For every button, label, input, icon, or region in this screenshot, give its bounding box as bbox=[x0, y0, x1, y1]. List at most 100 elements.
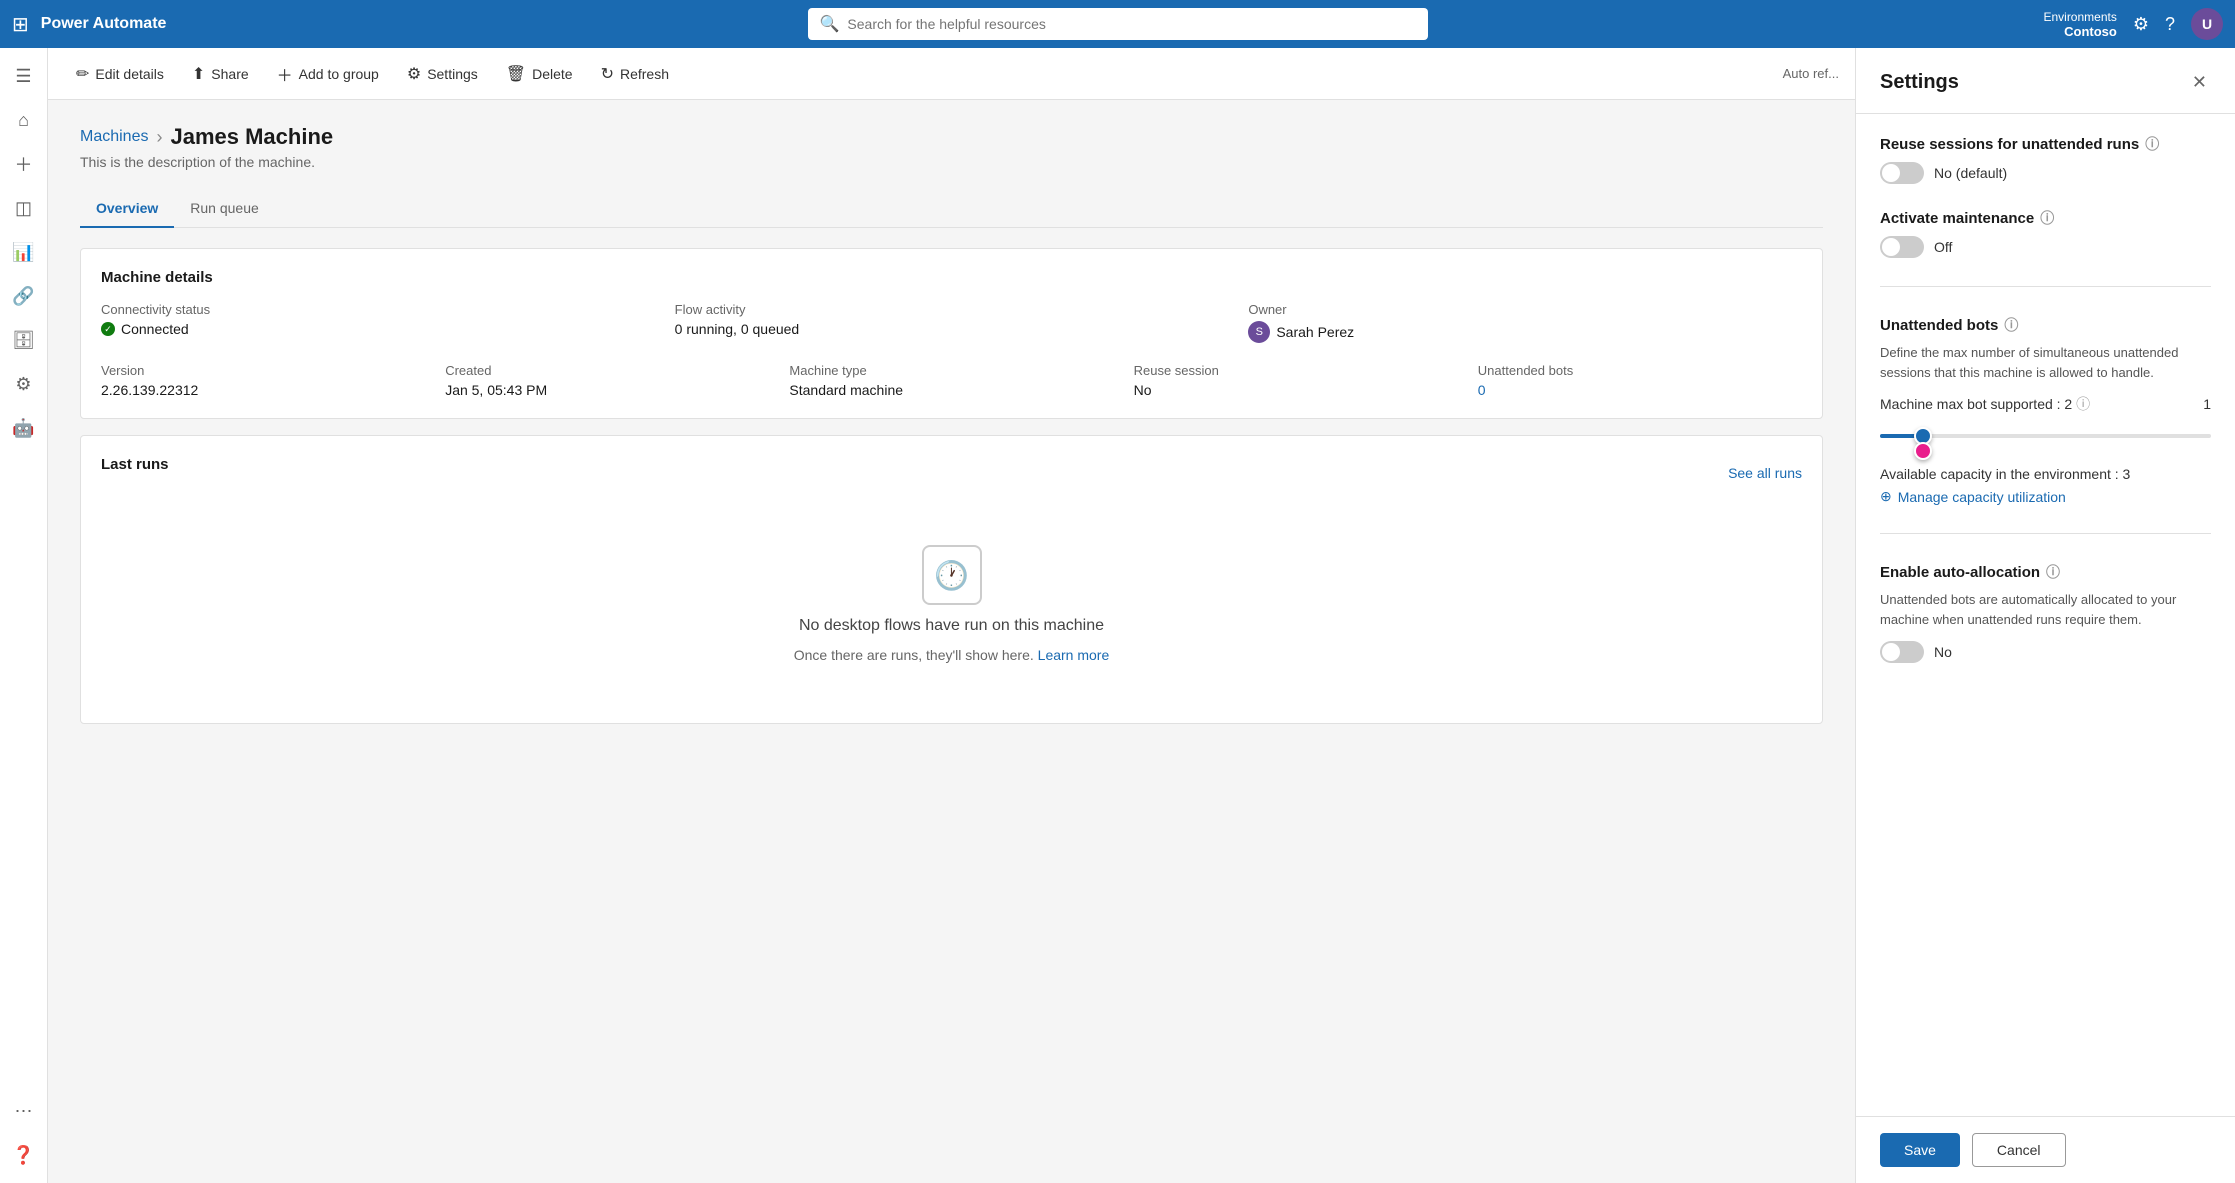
panel-body: Reuse sessions for unattended runs ⓘ No … bbox=[1856, 114, 2235, 1116]
created-label: Created bbox=[445, 363, 769, 378]
connectivity-label: Connectivity status bbox=[101, 302, 655, 317]
unattended-bots-info-icon[interactable]: ⓘ bbox=[2004, 315, 2018, 335]
auto-allocation-section: Enable auto-allocation ⓘ Unattended bots… bbox=[1880, 562, 2211, 663]
slider-container bbox=[1880, 422, 2211, 458]
delete-button[interactable]: 🗑 Delete bbox=[494, 58, 585, 90]
page-description: This is the description of the machine. bbox=[80, 154, 1823, 170]
tab-run-queue[interactable]: Run queue bbox=[174, 190, 275, 228]
tabs: Overview Run queue bbox=[80, 190, 1823, 228]
panel-title: Settings bbox=[1880, 71, 1959, 94]
cancel-button[interactable]: Cancel bbox=[1972, 1133, 2066, 1167]
auto-alloc-toggle[interactable] bbox=[1880, 641, 1924, 663]
reuse-value: No bbox=[1134, 382, 1458, 398]
app-name: Power Automate bbox=[41, 15, 167, 33]
search-bar[interactable]: 🔍 bbox=[808, 8, 1428, 40]
machine-max-info-icon[interactable]: ⓘ bbox=[2076, 396, 2090, 412]
empty-runs-icon: 🕐 bbox=[922, 545, 982, 605]
reuse-sessions-toggle[interactable] bbox=[1880, 162, 1924, 184]
empty-title: No desktop flows have run on this machin… bbox=[799, 617, 1104, 635]
sidebar-item-create[interactable]: ＋ bbox=[4, 144, 44, 184]
breadcrumb-current: James Machine bbox=[170, 124, 333, 150]
sidebar-item-monitor[interactable]: 📊 bbox=[4, 232, 44, 272]
machine-details-card: Machine details Connectivity status Conn… bbox=[80, 248, 1823, 419]
sidebar-item-menu[interactable]: ☰ bbox=[4, 56, 44, 96]
maintenance-value: Off bbox=[1934, 239, 1952, 255]
slider-header: Machine max bot supported : 2 ⓘ 1 bbox=[1880, 394, 2211, 414]
maintenance-toggle[interactable] bbox=[1880, 236, 1924, 258]
search-icon: 🔍 bbox=[820, 14, 840, 34]
main-layout: ☰ ⌂ ＋ ◫ 📊 🔗 🗄 ⚙ 🤖 ⋯ ❓ ✏ Edit details ⬆ S… bbox=[0, 48, 2235, 1183]
toolbar: ✏ Edit details ⬆ Share ＋ Add to group ⚙ … bbox=[48, 48, 1855, 100]
settings-icon: ⚙ bbox=[407, 64, 421, 84]
owner-avatar: S bbox=[1248, 321, 1270, 343]
reuse-sessions-title: Reuse sessions for unattended runs ⓘ bbox=[1880, 134, 2211, 154]
unattended-label: Unattended bots bbox=[1478, 363, 1802, 378]
machine-details-title: Machine details bbox=[101, 269, 1802, 286]
sidebar-item-process[interactable]: ⚙ bbox=[4, 364, 44, 404]
maintenance-toggle-thumb bbox=[1882, 238, 1900, 256]
owner-detail: Owner S Sarah Perez bbox=[1248, 302, 1802, 343]
slider-thumb-pink bbox=[1914, 442, 1932, 460]
tab-overview[interactable]: Overview bbox=[80, 190, 174, 228]
sidebar-item-templates[interactable]: ◫ bbox=[4, 188, 44, 228]
share-icon: ⬆ bbox=[192, 64, 205, 84]
maintenance-toggle-row: Off bbox=[1880, 236, 2211, 258]
add-to-group-button[interactable]: ＋ Add to group bbox=[265, 56, 391, 92]
created-detail: Created Jan 5, 05:43 PM bbox=[445, 363, 769, 398]
unattended-bots-section: Unattended bots ⓘ Define the max number … bbox=[1880, 315, 2211, 505]
auto-alloc-info-icon[interactable]: ⓘ bbox=[2046, 562, 2060, 582]
empty-state: 🕐 No desktop flows have run on this mach… bbox=[101, 505, 1802, 703]
topbar-right: Environments Contoso ⚙ ? U bbox=[2043, 8, 2223, 40]
sidebar-item-ai[interactable]: 🤖 bbox=[4, 408, 44, 448]
auto-alloc-toggle-thumb bbox=[1882, 643, 1900, 661]
unattended-bots-title: Unattended bots ⓘ bbox=[1880, 315, 2211, 335]
manage-capacity-icon: ⊕ bbox=[1880, 488, 1892, 505]
panel-footer: Save Cancel bbox=[1856, 1116, 2235, 1183]
maintenance-info-icon[interactable]: ⓘ bbox=[2040, 208, 2054, 228]
flow-label: Flow activity bbox=[675, 302, 1229, 317]
manage-capacity-link[interactable]: ⊕ Manage capacity utilization bbox=[1880, 488, 2211, 505]
reuse-sessions-value: No (default) bbox=[1934, 165, 2007, 181]
auto-alloc-value: No bbox=[1934, 644, 1952, 660]
grid-icon[interactable]: ⊞ bbox=[12, 12, 29, 37]
auto-refresh-label: Auto ref... bbox=[1783, 66, 1839, 81]
connectivity-value: Connected bbox=[101, 321, 655, 337]
machine-type-value: Standard machine bbox=[789, 382, 1113, 398]
panel-close-button[interactable]: ✕ bbox=[2188, 68, 2211, 97]
maintenance-section: Activate maintenance ⓘ Off bbox=[1880, 208, 2211, 258]
panel-header: Settings ✕ bbox=[1856, 48, 2235, 114]
machine-max-label: Machine max bot supported : 2 ⓘ bbox=[1880, 394, 2090, 414]
see-all-runs-link[interactable]: See all runs bbox=[1728, 465, 1802, 481]
sidebar-item-flows[interactable]: 🔗 bbox=[4, 276, 44, 316]
settings-button[interactable]: ⚙ Settings bbox=[395, 58, 490, 90]
last-runs-card: Last runs See all runs 🕐 No desktop flow… bbox=[80, 435, 1823, 724]
env-name: Contoso bbox=[2043, 24, 2116, 39]
share-button[interactable]: ⬆ Share bbox=[180, 58, 261, 90]
search-input[interactable] bbox=[847, 16, 1415, 32]
sidebar-item-help[interactable]: ❓ bbox=[4, 1135, 44, 1175]
help-icon[interactable]: ? bbox=[2165, 14, 2175, 35]
breadcrumb-separator: › bbox=[156, 127, 162, 148]
reuse-sessions-info-icon[interactable]: ⓘ bbox=[2145, 134, 2159, 154]
slider-value: 1 bbox=[2203, 396, 2211, 412]
sidebar-item-data[interactable]: 🗄 bbox=[4, 320, 44, 360]
env-info[interactable]: Environments Contoso bbox=[2043, 10, 2116, 39]
user-avatar[interactable]: U bbox=[2191, 8, 2223, 40]
auto-alloc-title: Enable auto-allocation ⓘ bbox=[1880, 562, 2211, 582]
capacity-info: Available capacity in the environment : … bbox=[1880, 466, 2211, 482]
sidebar-item-more[interactable]: ⋯ bbox=[4, 1091, 44, 1131]
flow-value: 0 running, 0 queued bbox=[675, 321, 1229, 337]
version-value: 2.26.139.22312 bbox=[101, 382, 425, 398]
refresh-button[interactable]: ↻ Refresh bbox=[589, 58, 681, 90]
breadcrumb-parent[interactable]: Machines bbox=[80, 128, 148, 146]
sidebar-item-home[interactable]: ⌂ bbox=[4, 100, 44, 140]
unattended-value: 0 bbox=[1478, 382, 1802, 398]
save-button[interactable]: Save bbox=[1880, 1133, 1960, 1167]
edit-details-button[interactable]: ✏ Edit details bbox=[64, 58, 176, 90]
refresh-icon: ↻ bbox=[601, 64, 614, 84]
settings-icon[interactable]: ⚙ bbox=[2133, 14, 2149, 35]
learn-more-link[interactable]: Learn more bbox=[1038, 647, 1110, 663]
machine-type-label: Machine type bbox=[789, 363, 1113, 378]
page-content: Machines › James Machine This is the des… bbox=[48, 100, 1855, 1183]
machine-details-row1: Connectivity status Connected Flow activ… bbox=[101, 302, 1802, 343]
